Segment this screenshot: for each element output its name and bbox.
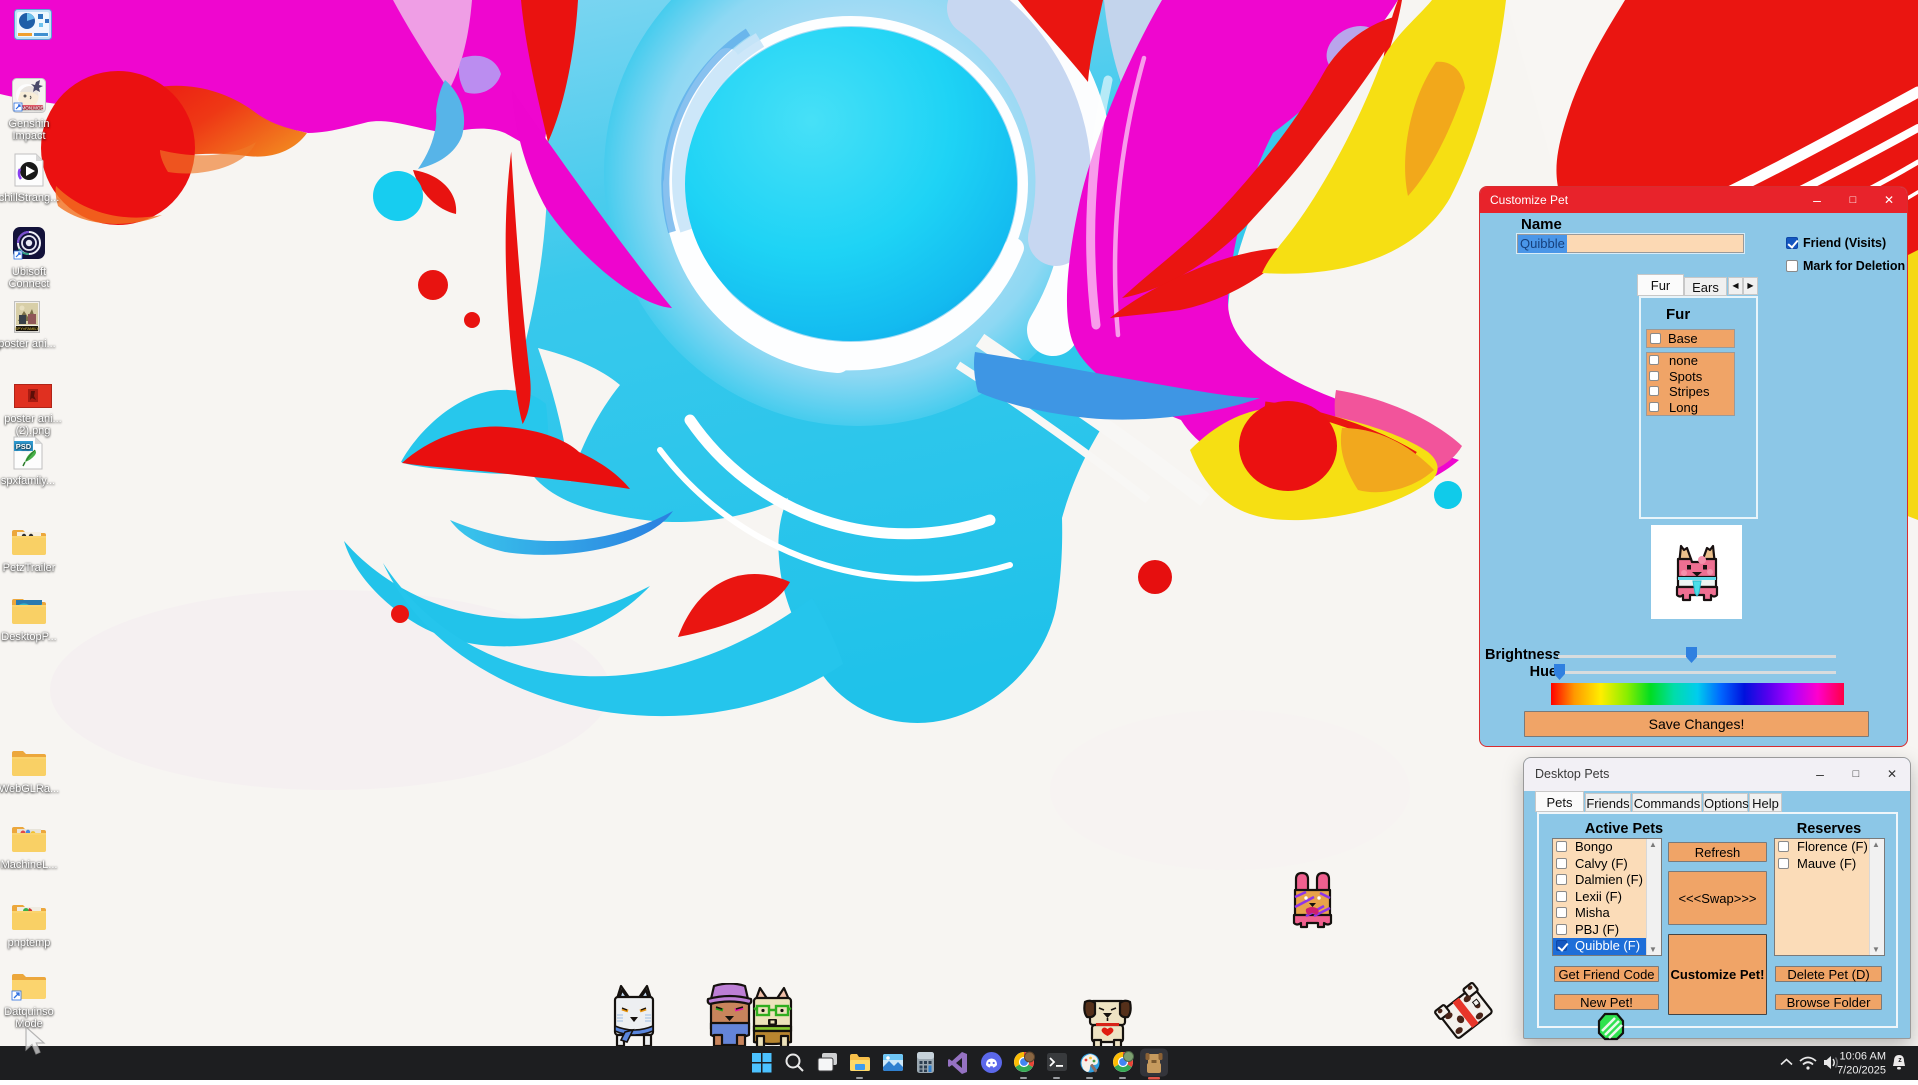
svg-text:SPY×FAMILY: SPY×FAMILY <box>15 326 40 331</box>
svg-text:7/20/2025: 7/20/2025 <box>1837 1065 1886 1077</box>
svg-text:10:06 AM: 10:06 AM <box>1840 1051 1886 1063</box>
svg-text:PSD: PSD <box>16 442 32 451</box>
svg-text:z: z <box>1898 1057 1902 1064</box>
